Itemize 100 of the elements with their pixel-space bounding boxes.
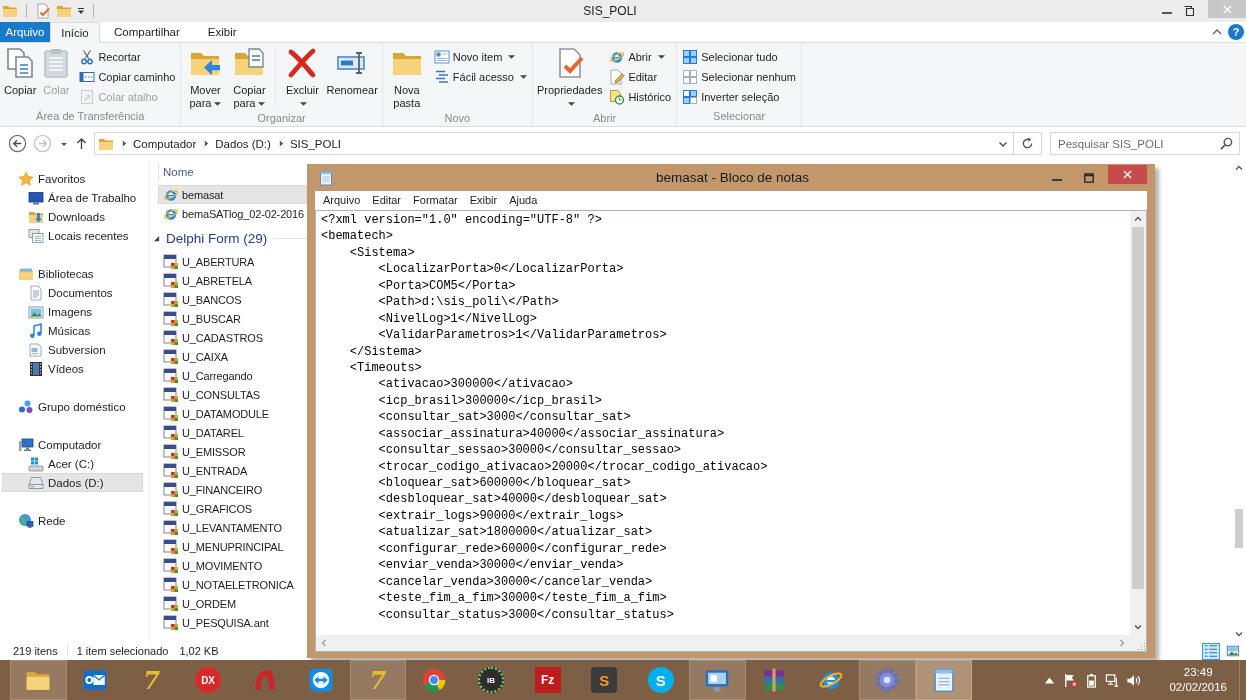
chevron-right-icon[interactable] bbox=[204, 140, 210, 147]
file-row[interactable]: U_EMISSOR bbox=[158, 442, 307, 461]
ribbon-button[interactable]: Renomear bbox=[324, 46, 380, 110]
ribbon-button[interactable]: Editar bbox=[606, 67, 675, 87]
resize-grip-icon[interactable] bbox=[1136, 641, 1146, 651]
ribbon-button[interactable]: Selecionar tudo bbox=[679, 47, 799, 67]
file-row[interactable]: U_CONSULTAS bbox=[158, 385, 307, 404]
ribbon-tab[interactable]: Início bbox=[50, 22, 100, 43]
refresh-button[interactable] bbox=[1014, 132, 1042, 155]
file-row[interactable]: U_BANCOS bbox=[158, 290, 307, 309]
chevron-down-icon[interactable] bbox=[1234, 629, 1244, 639]
scroll-thumb[interactable] bbox=[1132, 227, 1144, 589]
scrollbar[interactable] bbox=[1130, 211, 1146, 635]
nav-item[interactable]: Documentos bbox=[2, 283, 143, 302]
taskbar-button[interactable] bbox=[689, 660, 746, 700]
view-button[interactable] bbox=[1202, 642, 1220, 660]
nav-item[interactable]: Computador bbox=[2, 435, 143, 454]
taskbar-button[interactable] bbox=[10, 660, 67, 700]
ribbon-button[interactable]: Novo item bbox=[430, 47, 530, 67]
collapse-triangle-icon[interactable] bbox=[153, 234, 160, 242]
dropdown-icon[interactable] bbox=[77, 7, 85, 15]
taskbar-button[interactable]: DX bbox=[179, 660, 237, 700]
ribbon-button[interactable]: Mover para bbox=[183, 46, 228, 110]
search-field[interactable]: Pesquisar SIS_POLI bbox=[1050, 132, 1240, 155]
help-button[interactable]: ? bbox=[1228, 24, 1244, 40]
menu-item[interactable]: Formatar bbox=[407, 191, 464, 210]
taskbar-button[interactable] bbox=[915, 660, 973, 700]
taskbar-button[interactable]: Fz bbox=[519, 660, 576, 700]
menu-item[interactable]: Editar bbox=[366, 191, 408, 210]
nav-item[interactable]: Dados (D:) bbox=[2, 473, 143, 492]
maximize-icon[interactable] bbox=[1084, 172, 1094, 183]
taskbar-button[interactable]: S bbox=[575, 660, 633, 700]
nav-item[interactable]: Downloads bbox=[2, 207, 143, 226]
nav-item[interactable]: Acer (C:) bbox=[2, 454, 143, 473]
ribbon-button[interactable]: Propriedades bbox=[534, 46, 605, 110]
taskbar-button[interactable]: IB bbox=[462, 660, 520, 700]
nav-item[interactable]: Locais recentes bbox=[2, 226, 143, 245]
file-row[interactable]: U_PESQUISA.ant bbox=[158, 613, 307, 632]
nav-item[interactable]: Rede bbox=[2, 511, 143, 530]
scroll-thumb[interactable] bbox=[1235, 508, 1243, 548]
menu-item[interactable]: Exibir bbox=[463, 191, 504, 210]
file-row[interactable]: U_ABRETELA bbox=[158, 271, 307, 290]
ribbon-button[interactable]: Abrir bbox=[606, 47, 675, 67]
group-header[interactable]: Delphi Form (29) bbox=[166, 230, 268, 246]
check-page-icon[interactable] bbox=[35, 3, 51, 19]
clock-time[interactable]: 23:49 bbox=[1183, 665, 1213, 680]
nav-item[interactable]: Imagens bbox=[2, 302, 143, 321]
file-row[interactable]: U_GRAFICOS bbox=[158, 499, 307, 518]
file-row[interactable]: U_ENTRADA bbox=[158, 461, 307, 480]
menu-item[interactable]: Ajuda bbox=[503, 191, 544, 210]
close-button[interactable] bbox=[1108, 165, 1147, 184]
file-row[interactable]: U_NOTAELETRONICA bbox=[158, 575, 307, 594]
ribbon-button[interactable]: Copiar caminho bbox=[76, 67, 179, 87]
nav-item[interactable]: Área de Trabalho bbox=[2, 188, 143, 207]
breadcrumb[interactable]: Dados (D:) bbox=[215, 137, 271, 150]
up-arrow-icon[interactable] bbox=[76, 137, 87, 150]
file-row[interactable]: U_MENUPRINCIPAL bbox=[158, 537, 307, 556]
file-row[interactable]: U_DATAREL bbox=[158, 423, 307, 442]
ribbon-button[interactable]: Inverter seleção bbox=[679, 87, 799, 107]
nav-item[interactable]: Vídeos bbox=[2, 359, 143, 378]
ribbon-button[interactable]: Selecionar nenhum bbox=[679, 67, 799, 87]
file-row[interactable]: bemasat bbox=[158, 185, 307, 204]
search-icon[interactable] bbox=[1220, 137, 1233, 150]
breadcrumb[interactable]: Computador bbox=[133, 137, 197, 150]
file-row[interactable]: U_CAIXA bbox=[158, 347, 307, 366]
ribbon-button[interactable]: Fácil acesso bbox=[430, 67, 530, 87]
ribbon-button[interactable]: Copiar bbox=[2, 46, 39, 108]
nav-item[interactable]: Bibliotecas bbox=[2, 264, 143, 283]
nav-item[interactable]: Subversion bbox=[2, 340, 143, 359]
address-bar[interactable]: Computador Dados (D:) SIS_POLI bbox=[94, 132, 1014, 155]
menu-item[interactable]: Arquivo bbox=[317, 191, 367, 210]
nav-item[interactable]: Grupo doméstico bbox=[2, 397, 143, 416]
chevron-up-icon[interactable] bbox=[1133, 214, 1143, 224]
chevron-up-icon[interactable] bbox=[1234, 163, 1244, 173]
file-row[interactable]: U_DATAMODULE bbox=[158, 404, 307, 423]
chevron-right-icon[interactable] bbox=[278, 140, 284, 147]
ribbon-button[interactable]: Copiar para bbox=[227, 46, 272, 110]
file-row[interactable]: U_MOVIMENTO bbox=[158, 556, 307, 575]
ribbon-button[interactable]: Recortar bbox=[76, 47, 179, 67]
nav-item[interactable]: Favoritos bbox=[2, 169, 143, 188]
clock-date[interactable]: 02/02/2016 bbox=[1169, 680, 1227, 695]
file-row[interactable]: bemaSATlog_02-02-2016 bbox=[158, 204, 307, 223]
file-row[interactable]: U_CADASTROS bbox=[158, 328, 307, 347]
file-row[interactable]: U_Carregando bbox=[158, 366, 307, 385]
chevron-right-icon[interactable] bbox=[122, 140, 127, 147]
breadcrumb[interactable]: SIS_POLI bbox=[289, 137, 342, 150]
flag-icon[interactable] bbox=[1063, 672, 1079, 688]
ribbon-button[interactable]: Histórico bbox=[606, 87, 675, 107]
network-icon[interactable] bbox=[1105, 672, 1121, 688]
file-row[interactable]: U_ABERTURA bbox=[158, 252, 307, 271]
file-row[interactable]: U_BUSCAR bbox=[158, 309, 307, 328]
ribbon-button[interactable]: Nova pasta bbox=[384, 46, 429, 110]
back-icon[interactable] bbox=[8, 134, 27, 153]
ribbon-tab[interactable]: Exibir bbox=[193, 22, 251, 42]
ribbon-tab[interactable]: Compartilhar bbox=[100, 22, 194, 42]
ribbon-button[interactable]: Excluir bbox=[280, 46, 325, 110]
restore-icon[interactable] bbox=[1184, 6, 1194, 16]
file-row[interactable]: U_ORDEM bbox=[158, 594, 307, 613]
file-row[interactable]: U_FINANCEIRO bbox=[158, 480, 307, 499]
file-row[interactable]: U_LEVANTAMENTO bbox=[158, 518, 307, 537]
